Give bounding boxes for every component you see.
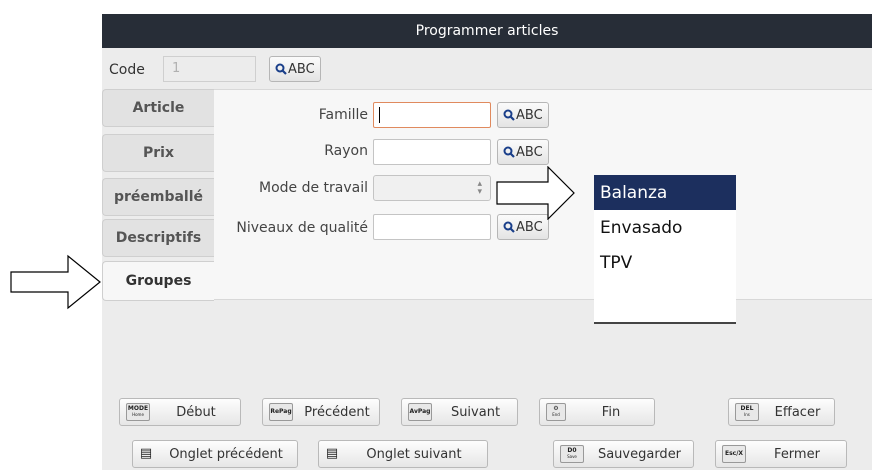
spinner-icon: ▴ ▾ xyxy=(477,179,482,197)
tab-label: Article xyxy=(132,100,185,116)
tab-label: Prix xyxy=(143,145,174,161)
tab-previous-icon: ▤ xyxy=(139,446,153,461)
tab-label: Groupes xyxy=(125,273,192,289)
text-cursor xyxy=(379,107,380,123)
button-label: Sauvegarder xyxy=(597,446,682,462)
rayon-input[interactable] xyxy=(373,139,491,165)
tab-groupes[interactable]: Groupes xyxy=(102,261,214,301)
debut-button[interactable]: MODE Home Début xyxy=(119,398,241,426)
dropdown-option[interactable]: TPV xyxy=(594,245,736,280)
search-button-label: ABC xyxy=(516,219,543,235)
dropdown-option[interactable]: Balanza xyxy=(594,175,736,210)
tab-label: préemballé xyxy=(113,189,204,205)
search-button-label: ABC xyxy=(516,107,543,123)
famille-search-button[interactable]: ABC xyxy=(497,102,549,128)
precedent-button[interactable]: RePag Précédent xyxy=(262,398,380,426)
tab-label: Descriptifs xyxy=(115,230,202,246)
code-search-button[interactable]: ABC xyxy=(269,56,321,82)
mode-travail-dropdown: Balanza Envasado TPV xyxy=(594,175,736,324)
button-label: Fin xyxy=(601,404,621,420)
search-icon xyxy=(275,63,287,75)
fermer-button[interactable]: Esc/X Fermer xyxy=(715,440,847,468)
code-label: Code xyxy=(109,62,145,78)
rayon-search-button[interactable]: ABC xyxy=(497,139,549,165)
avpag-key-icon: AvPag xyxy=(408,403,432,421)
niveaux-qualite-label: Niveaux de qualité xyxy=(236,220,368,236)
search-icon xyxy=(503,221,515,233)
mode-key-icon: MODE Home xyxy=(126,403,150,421)
repag-key-icon: RePag xyxy=(269,403,293,421)
search-icon xyxy=(503,146,515,158)
tab-preemballe[interactable]: préemballé xyxy=(102,178,214,216)
mode-travail-label: Mode de travail xyxy=(258,180,368,196)
effacer-button[interactable]: DEL Ins Effacer xyxy=(728,398,835,426)
button-label: Fermer xyxy=(774,446,820,462)
end-gear-icon: ⚙ End xyxy=(546,403,566,421)
button-label: Précédent xyxy=(304,404,370,420)
button-label: Début xyxy=(176,404,216,420)
button-label: Onglet suivant xyxy=(366,446,462,462)
niveaux-qualite-input[interactable] xyxy=(373,214,491,240)
sauvegarder-button[interactable]: D0 Save Sauvegarder xyxy=(553,440,694,468)
save-key-icon: D0 Save xyxy=(560,445,584,463)
tab-article[interactable]: Article xyxy=(102,89,214,127)
famille-label: Famille xyxy=(318,107,368,123)
window-title: Programmer articles xyxy=(415,23,559,39)
mode-travail-select[interactable]: ▴ ▾ xyxy=(373,175,491,201)
onglet-precedent-button[interactable]: ▤ Onglet précédent xyxy=(132,440,298,468)
onglet-suivant-button[interactable]: ▤ Onglet suivant xyxy=(318,440,488,468)
famille-input[interactable] xyxy=(373,102,491,128)
esc-key-icon: Esc/X xyxy=(722,445,746,463)
fin-button[interactable]: ⚙ End Fin xyxy=(539,398,655,426)
dropdown-option[interactable]: Envasado xyxy=(594,210,736,245)
window-titlebar: Programmer articles xyxy=(102,14,872,48)
suivant-button[interactable]: AvPag Suivant xyxy=(401,398,518,426)
search-icon xyxy=(503,109,515,121)
annotation-arrow-icon xyxy=(10,254,101,310)
code-field: 1 xyxy=(163,56,256,82)
del-key-icon: DEL Ins xyxy=(735,403,759,421)
tab-next-icon: ▤ xyxy=(325,446,339,461)
button-label: Onglet précédent xyxy=(169,446,283,462)
annotation-arrow-icon xyxy=(496,166,575,220)
tab-prix[interactable]: Prix xyxy=(102,134,214,172)
rayon-label: Rayon xyxy=(324,143,368,159)
search-button-label: ABC xyxy=(516,144,543,160)
search-button-label: ABC xyxy=(288,61,315,77)
button-label: Suivant xyxy=(450,404,501,420)
button-label: Effacer xyxy=(774,404,821,420)
tab-descriptifs[interactable]: Descriptifs xyxy=(102,219,214,257)
